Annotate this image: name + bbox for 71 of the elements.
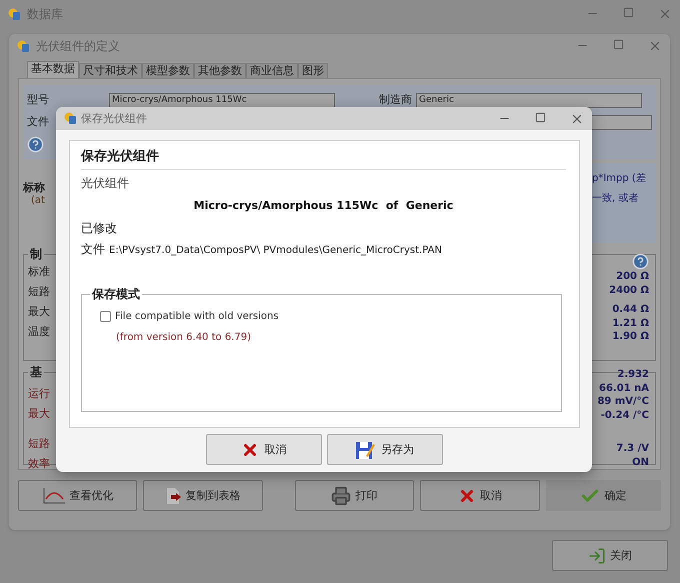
field-label: 制造商 [379,93,412,107]
parameter-value: -0.24 /°C [600,410,649,422]
parameter-label: 最大 [28,407,50,421]
close-icon[interactable] [658,7,672,21]
type-label: 光伏组件 [81,175,130,192]
window-title: 光伏组件的定义 [36,39,121,53]
field-label: 文件 [27,115,49,129]
parameter-label: 最大 [28,305,50,319]
action-button[interactable]: 复制到表格 [143,480,263,511]
condition-text: (at [30,194,45,207]
dialog-button[interactable]: 取消 [206,434,322,465]
model-field[interactable]: Micro-crys/Amorphous 115Wc [109,92,335,108]
checkbox-label: File compatible with old versions [115,311,279,322]
parameter-value: 7.3 /V [616,443,649,456]
file-label: 文件 [81,241,105,258]
maximize-icon[interactable] [535,112,546,122]
parameter-value: 66.01 nA [599,382,649,395]
dialog-heading: 保存光伏组件 [81,147,566,170]
note-text: p*Impp (差 [592,173,647,185]
action-button[interactable]: 查看优化 [18,480,138,511]
maximize-icon[interactable] [623,7,634,18]
printer-icon [331,486,352,506]
close-icon[interactable] [648,39,662,53]
parameter-value: 2.932 [617,369,649,382]
parameter-value: 2400 Ω [609,284,649,297]
help-icon[interactable] [27,136,44,152]
help-icon[interactable] [632,253,649,270]
close-button[interactable]: 关闭 [552,540,668,571]
checkbox[interactable] [100,311,111,322]
status-text: 已修改 [81,220,118,237]
parameter-value: 1.21 Ω [612,318,649,330]
manufacturer-field[interactable]: Generic [416,92,642,108]
tab[interactable]: 图形 [298,63,328,78]
dialog-button[interactable]: 另存为 [326,434,442,465]
parameter-value: 0.44 Ω [612,304,649,316]
app-icon [8,8,21,20]
parameter-value: ON [632,456,649,469]
action-button[interactable]: 取消 [420,480,540,511]
floppy-pencil-icon [355,440,375,460]
group-title: 基 [29,365,43,379]
parameter-label: 短路 [28,285,50,299]
tab[interactable]: 其他参数 [194,63,246,78]
app-icon [17,40,30,52]
dialog-title: 保存光伏组件 [81,111,148,126]
app-icon [64,112,77,125]
section-title: 标称 [23,181,45,194]
parameter-label: 效率 [28,457,50,471]
maximize-icon[interactable] [613,39,624,50]
field-label: 型号 [27,93,49,107]
exit-icon [588,546,606,564]
parameter-value: 89 mV/°C [597,396,649,408]
parameter-value: 1.90 Ω [612,331,649,344]
document-arrow-icon [166,486,182,504]
curve-chart-icon [42,486,66,504]
tab[interactable]: 商业信息 [246,63,298,78]
file-path: E:\PVsyst7.0_Data\ComposPV\ PVmodules\Generic_MicroCryst.PAN [109,245,442,256]
parameter-label: 短路 [28,437,50,451]
note-text: 一致, 或者 [592,193,640,205]
module-name: Micro-crys/Amorphous 115Wc of Generic [192,199,454,212]
version-note: (from version 6.40 to 6.79) [115,332,252,343]
parameter-label: 标准 [28,265,50,279]
action-button[interactable]: 确定 [546,480,661,511]
action-button[interactable]: 打印 [294,480,414,511]
tab[interactable]: 模型参数 [142,63,194,78]
parameter-value: 200 Ω [616,271,649,284]
tab[interactable]: 基本数据 [27,61,79,78]
group-title: 保存模式 [90,286,141,303]
group-title: 制 [28,247,43,261]
parameter-label: 温度 [28,325,50,339]
parameter-label: 运行 [28,387,50,401]
tab[interactable]: 尺寸和技术 [79,63,142,78]
